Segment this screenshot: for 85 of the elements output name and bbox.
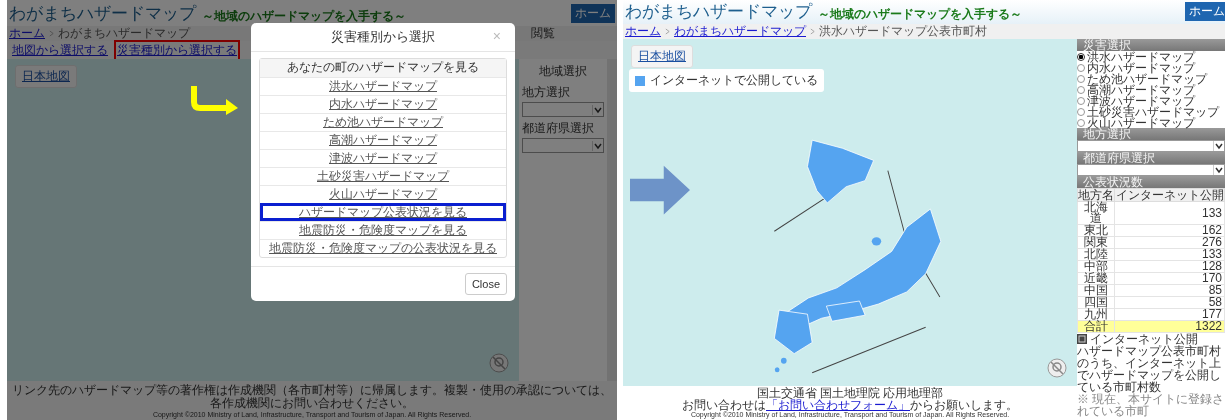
close-button[interactable]: Close (464, 273, 507, 295)
table-cell: 276 (1114, 236, 1225, 249)
list-link[interactable]: 火山ハザードマップ (260, 185, 506, 203)
site-subtitle: ～地域のハザードマップを入手する～ (202, 9, 406, 23)
radio-button[interactable] (1077, 63, 1085, 72)
footer-notice: リンク先のハザードマップ等の著作権は作成機関（各市町村等）に帰属します。複製・使用の承認については、各作成機関にお問い合わせください。 (11, 384, 613, 410)
field-label: 都道府県選択 (522, 120, 595, 137)
nav-link[interactable]: 地図から選択する (9, 39, 111, 61)
footer-text: お問い合わせは (682, 398, 766, 412)
table-cell: 九州 (1077, 308, 1115, 321)
site-title: わがまちハザードマップ (625, 2, 812, 21)
map-icon (1077, 334, 1087, 344)
footer-text: からお願いします。 (910, 398, 1018, 412)
dialog-title: 災害種別から選択 (331, 28, 435, 46)
table-cell: 133 (1114, 201, 1225, 225)
section-header: 災害選択 (1077, 39, 1225, 51)
field-label: 地方選択 (522, 84, 571, 101)
table-cell: 128 (1114, 260, 1225, 273)
table-cell: 近畿 (1077, 272, 1115, 285)
breadcrumb-link[interactable]: ホーム (9, 25, 45, 42)
breadcrumb-link[interactable]: ホーム (625, 23, 661, 40)
section-header: 公表状況数 (1077, 176, 1225, 188)
chevron-down-icon[interactable] (1213, 165, 1224, 175)
scrollbar[interactable] (607, 59, 617, 381)
chevron-right-icon (49, 30, 54, 37)
radio-button[interactable] (1077, 74, 1085, 83)
table-cell: 162 (1114, 224, 1225, 237)
site-subtitle: ～地域のハザードマップを入手する～ (818, 7, 1022, 21)
current-page-text: 洪水ハザードマップ公表市町村 (819, 23, 987, 40)
select-field[interactable] (522, 102, 604, 117)
menu-text: 閲覧 (531, 25, 555, 42)
chevron-down-icon[interactable] (1213, 141, 1224, 151)
breadcrumb-link[interactable]: わがまちハザードマップ (674, 23, 806, 40)
list-link[interactable]: ハザードマップ公表状況を見る (260, 203, 506, 221)
list-link[interactable]: 地震防災・危険度マップを見る (260, 221, 506, 239)
current-page-text: わがまちハザードマップ (58, 25, 190, 42)
location-off-icon[interactable] (1047, 358, 1067, 378)
home-button[interactable]: ホーム (1185, 2, 1225, 21)
table-cell: 北陸 (1077, 248, 1115, 261)
table-cell: 四国 (1077, 296, 1115, 309)
contact-link[interactable]: 「お問い合わせフォーム」 (766, 398, 910, 412)
table-cell: 177 (1114, 308, 1225, 321)
table-cell: 関東 (1077, 236, 1115, 249)
table-cell: 北海道 (1077, 201, 1115, 225)
chevron-right-icon (810, 28, 815, 35)
radio-button[interactable] (1077, 85, 1085, 94)
radio-button[interactable] (1077, 96, 1085, 105)
table-cell: 中部 (1077, 260, 1115, 273)
note-text: ※ 現在、本サイトに登録されている市町 (1077, 393, 1225, 417)
arrow-icon (630, 165, 690, 215)
table-cell: 85 (1114, 284, 1225, 297)
radio-label[interactable]: 洪水ハザードマップ (1087, 50, 1195, 63)
column-header: 地方名 (1077, 188, 1115, 202)
list-link[interactable]: 洪水ハザードマップ (260, 77, 506, 95)
list-link[interactable]: 土砂災害ハザードマップ (260, 167, 506, 185)
chevron-right-icon (665, 28, 670, 35)
japan-map-button[interactable]: 日本地図 (631, 45, 693, 68)
table-cell: 中国 (1077, 284, 1115, 297)
note-text: ハザードマップ公表市町村のうち、インターネット上でハザードマップを公開している市町村数 (1077, 345, 1222, 393)
site-title: わがまちハザードマップ (9, 4, 196, 23)
note-title: インターネット公開 (1090, 333, 1198, 345)
section-header: 都道府県選択 (1077, 152, 1225, 164)
select-field[interactable] (522, 138, 604, 153)
table-cell: 170 (1114, 272, 1225, 285)
list-link[interactable]: 内水ハザードマップ (260, 95, 506, 113)
radio-button[interactable] (1077, 52, 1085, 61)
table-cell: 133 (1114, 248, 1225, 261)
sidebar-title: 地域選択 (538, 63, 588, 80)
radio-button[interactable] (1077, 118, 1085, 127)
table-cell: 58 (1114, 296, 1225, 309)
footer-org: 国土交通省 国土地理院 応用地理部 (755, 387, 945, 399)
list-link[interactable]: ため池ハザードマップ (260, 113, 506, 131)
table-cell: 東北 (1077, 224, 1115, 237)
radio-button[interactable] (1077, 107, 1085, 116)
column-header: インターネット公開 (1114, 188, 1225, 202)
location-off-icon[interactable] (489, 353, 509, 373)
select-field[interactable] (1077, 164, 1225, 176)
section-header: 地方選択 (1077, 128, 1225, 140)
list-link[interactable]: 地震防災・危険度マップの公表状況を見る (260, 239, 506, 257)
list-link[interactable]: 津波ハザードマップ (260, 149, 506, 167)
list-link[interactable]: 高潮ハザードマップ (260, 131, 506, 149)
select-field[interactable] (1077, 140, 1225, 152)
japan-map-button[interactable]: 日本地図 (15, 65, 77, 88)
list-header: あなたの町のハザードマップを見る (260, 59, 506, 77)
legend-label: インターネットで公開している (650, 72, 818, 89)
